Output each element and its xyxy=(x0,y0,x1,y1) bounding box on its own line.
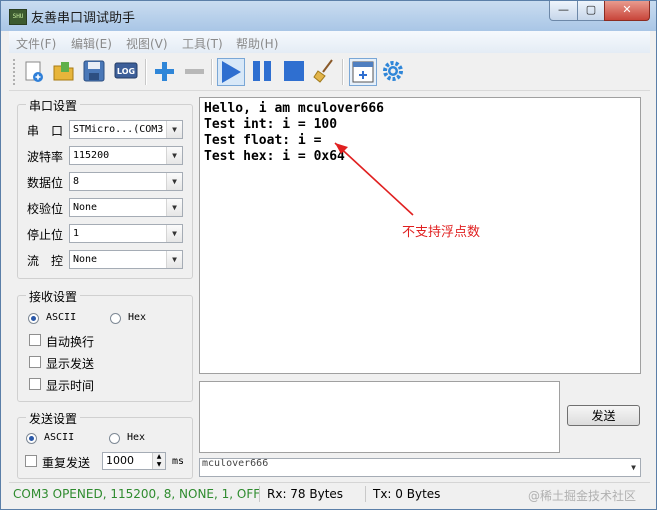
port-label: 串 口 xyxy=(27,124,64,138)
menu-tools[interactable]: 工具(T) xyxy=(182,35,223,52)
chevron-down-icon: ▼ xyxy=(166,199,182,216)
toolbar-grip xyxy=(13,59,18,85)
send-hex-radio[interactable] xyxy=(109,433,120,444)
chevron-down-icon: ▼ xyxy=(166,173,182,190)
menu-bar: 文件(F) 编辑(E) 视图(V) 工具(T) 帮助(H) xyxy=(9,31,650,53)
send-settings-title: 发送设置 xyxy=(26,410,81,427)
chevron-down-icon: ▼ xyxy=(166,225,182,242)
window-title: 友善串口调试助手 xyxy=(31,11,136,26)
repeat-send-checkbox[interactable] xyxy=(25,455,37,467)
send-button[interactable]: 发送 xyxy=(567,405,640,426)
flow-label: 流 控 xyxy=(27,254,64,268)
toolbar-separator xyxy=(211,59,213,85)
send-textarea[interactable] xyxy=(199,381,560,453)
close-button[interactable]: ✕ xyxy=(604,1,650,21)
menu-file[interactable]: 文件(F) xyxy=(16,35,56,52)
auto-wrap-checkbox[interactable] xyxy=(29,334,41,346)
parity-select[interactable]: None ▼ xyxy=(69,198,183,217)
show-send-checkbox[interactable] xyxy=(29,356,41,368)
auto-wrap-label: 自动换行 xyxy=(46,335,95,349)
port-status: COM3 OPENED, 115200, 8, NONE, 1, OFF xyxy=(13,487,261,501)
app-icon: SHU xyxy=(9,9,27,25)
receive-ascii-radio[interactable] xyxy=(28,313,39,324)
chevron-down-icon: ▼ xyxy=(166,121,182,138)
interval-unit: ms xyxy=(172,456,185,467)
receive-line: Hello, i am mculover666 xyxy=(204,101,385,116)
chevron-down-icon: ▼ xyxy=(166,147,182,164)
annotation-text: 不支持浮点数 xyxy=(402,225,481,240)
receive-settings-group: 接收设置 xyxy=(17,288,193,402)
databits-select[interactable]: 8 ▼ xyxy=(69,172,183,191)
show-time-label: 显示时间 xyxy=(46,379,95,393)
send-hex-label: Hex xyxy=(127,432,146,443)
log-icon[interactable]: LOG xyxy=(113,58,139,84)
title-bar: SHU 友善串口调试助手 — ▢ ✕ xyxy=(1,1,656,31)
chevron-down-icon: ▼ xyxy=(166,251,182,268)
menu-edit[interactable]: 编辑(E) xyxy=(71,35,112,52)
toolbar-separator xyxy=(342,59,344,85)
repeat-interval-input[interactable]: 1000 ▲ ▼ xyxy=(102,452,166,470)
send-ascii-label: ASCII xyxy=(44,432,75,443)
show-time-checkbox[interactable] xyxy=(29,378,41,390)
flow-select[interactable]: None ▼ xyxy=(69,250,183,269)
pause-icon[interactable] xyxy=(249,58,275,84)
baud-label: 波特率 xyxy=(27,150,64,164)
send-history-select[interactable]: mculover666 ▼ xyxy=(199,458,641,477)
show-send-label: 显示发送 xyxy=(46,357,95,371)
baud-select[interactable]: 115200 ▼ xyxy=(69,146,183,165)
minimize-button[interactable]: — xyxy=(549,1,578,21)
send-ascii-radio[interactable] xyxy=(26,433,37,444)
app-window: SHU 友善串口调试助手 — ▢ ✕ 文件(F) 编辑(E) 视图(V) 工具(… xyxy=(0,0,657,510)
parity-label: 校验位 xyxy=(27,202,64,216)
stopbits-label: 停止位 xyxy=(27,228,64,242)
port-select[interactable]: STMicro...(COM3 ▼ xyxy=(69,120,183,139)
add-icon[interactable] xyxy=(151,58,177,84)
save-icon[interactable] xyxy=(81,58,107,84)
new-file-icon[interactable] xyxy=(21,58,47,84)
watermark: @稀土掘金技术社区 xyxy=(528,489,637,503)
tx-count: Tx: 0 Bytes xyxy=(373,487,441,501)
receive-ascii-label: ASCII xyxy=(46,312,77,323)
window-add-icon[interactable] xyxy=(349,58,377,86)
stop-icon[interactable] xyxy=(281,58,307,84)
menu-view[interactable]: 视图(V) xyxy=(126,35,168,52)
receive-settings-title: 接收设置 xyxy=(26,288,81,305)
rx-count: Rx: 78 Bytes xyxy=(267,487,344,501)
databits-label: 数据位 xyxy=(27,176,64,190)
open-folder-icon[interactable] xyxy=(51,58,77,84)
chevron-down-icon: ▼ xyxy=(631,463,636,472)
maximize-button[interactable]: ▢ xyxy=(577,1,605,21)
status-separator xyxy=(365,486,366,502)
repeat-send-label: 重复发送 xyxy=(42,456,91,470)
remove-icon[interactable] xyxy=(181,58,207,84)
log-label: LOG xyxy=(117,67,135,76)
broom-clear-icon[interactable] xyxy=(312,58,338,84)
gear-icon[interactable] xyxy=(380,58,406,84)
spin-arrows-icon[interactable]: ▲ ▼ xyxy=(152,453,165,469)
annotation-arrow xyxy=(334,142,414,216)
status-separator xyxy=(259,486,260,502)
menu-help[interactable]: 帮助(H) xyxy=(236,35,278,52)
stopbits-select[interactable]: 1 ▼ xyxy=(69,224,183,243)
play-icon[interactable] xyxy=(217,58,245,86)
toolbar-separator xyxy=(145,59,147,85)
toolbar: LOG xyxy=(9,54,650,91)
receive-hex-label: Hex xyxy=(128,312,147,323)
receive-hex-radio[interactable] xyxy=(110,313,121,324)
serial-settings-title: 串口设置 xyxy=(26,97,81,114)
